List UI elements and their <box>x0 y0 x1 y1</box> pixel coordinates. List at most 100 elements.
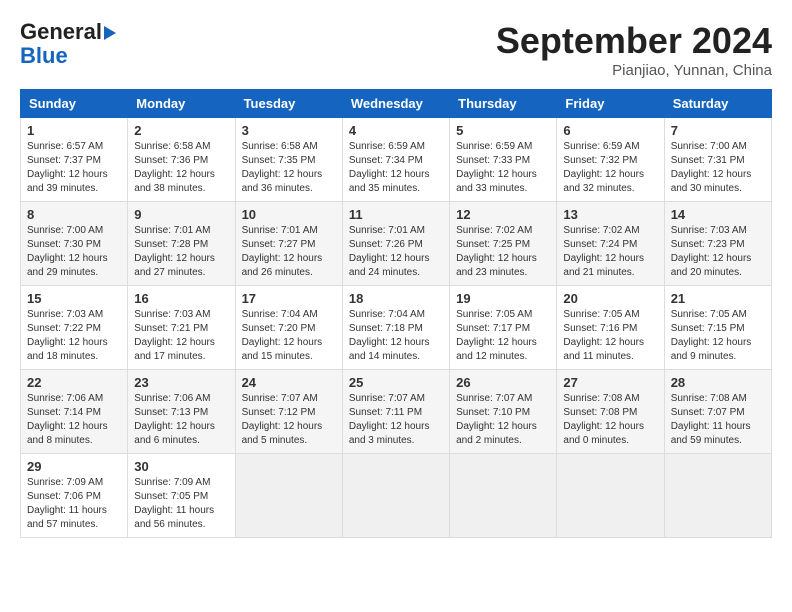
calendar-cell <box>342 454 449 538</box>
day-info: Sunrise: 7:01 AMSunset: 7:27 PMDaylight:… <box>242 224 336 280</box>
day-info: Sunrise: 7:07 AMSunset: 7:11 PMDaylight:… <box>349 392 443 448</box>
month-title: September 2024 <box>496 20 772 62</box>
calendar-cell: 8Sunrise: 7:00 AMSunset: 7:30 PMDaylight… <box>21 202 128 286</box>
day-number: 9 <box>134 207 228 222</box>
day-number: 29 <box>27 459 121 474</box>
day-info: Sunrise: 7:05 AMSunset: 7:15 PMDaylight:… <box>671 308 765 364</box>
day-number: 21 <box>671 291 765 306</box>
day-info: Sunrise: 7:03 AMSunset: 7:22 PMDaylight:… <box>27 308 121 364</box>
col-header-saturday: Saturday <box>664 90 771 118</box>
day-number: 1 <box>27 123 121 138</box>
calendar-cell: 13Sunrise: 7:02 AMSunset: 7:24 PMDayligh… <box>557 202 664 286</box>
day-info: Sunrise: 7:04 AMSunset: 7:20 PMDaylight:… <box>242 308 336 364</box>
col-header-tuesday: Tuesday <box>235 90 342 118</box>
day-number: 6 <box>563 123 657 138</box>
day-info: Sunrise: 7:09 AMSunset: 7:05 PMDaylight:… <box>134 476 228 532</box>
day-info: Sunrise: 7:08 AMSunset: 7:07 PMDaylight:… <box>671 392 765 448</box>
calendar-cell: 19 Sunrise: 7:05 AMSunset: 7:17 PMDayligh… <box>450 286 557 370</box>
calendar-week-row: 15Sunrise: 7:03 AMSunset: 7:22 PMDayligh… <box>21 286 772 370</box>
day-number: 4 <box>349 123 443 138</box>
col-header-wednesday: Wednesday <box>342 90 449 118</box>
logo: General Blue <box>20 20 116 68</box>
calendar-cell <box>664 454 771 538</box>
calendar-cell: 4 Sunrise: 6:59 AMSunset: 7:34 PMDaylight… <box>342 118 449 202</box>
col-header-thursday: Thursday <box>450 90 557 118</box>
calendar-cell <box>235 454 342 538</box>
day-info: Sunrise: 6:59 AMSunset: 7:32 PMDaylight:… <box>563 140 657 196</box>
day-info: Sunrise: 7:06 AMSunset: 7:13 PMDaylight:… <box>134 392 228 448</box>
calendar-cell: 23 Sunrise: 7:06 AMSunset: 7:13 PMDayligh… <box>128 370 235 454</box>
day-number: 18 <box>349 291 443 306</box>
day-number: 14 <box>671 207 765 222</box>
day-number: 27 <box>563 375 657 390</box>
calendar-cell <box>450 454 557 538</box>
day-number: 3 <box>242 123 336 138</box>
day-info: Sunrise: 7:08 AMSunset: 7:08 PMDaylight:… <box>563 392 657 448</box>
calendar-cell: 21 Sunrise: 7:05 AMSunset: 7:15 PMDayligh… <box>664 286 771 370</box>
day-info: Sunrise: 6:58 AMSunset: 7:35 PMDaylight:… <box>242 140 336 196</box>
location-subtitle: Pianjiao, Yunnan, China <box>496 62 772 79</box>
day-info: Sunrise: 6:59 AMSunset: 7:33 PMDaylight:… <box>456 140 550 196</box>
day-number: 10 <box>242 207 336 222</box>
day-info: Sunrise: 7:02 AMSunset: 7:25 PMDaylight:… <box>456 224 550 280</box>
col-header-monday: Monday <box>128 90 235 118</box>
title-area: September 2024 Pianjiao, Yunnan, China <box>496 20 772 79</box>
day-number: 30 <box>134 459 228 474</box>
day-number: 2 <box>134 123 228 138</box>
day-info: Sunrise: 7:00 AMSunset: 7:31 PMDaylight:… <box>671 140 765 196</box>
day-number: 7 <box>671 123 765 138</box>
calendar-cell: 26 Sunrise: 7:07 AMSunset: 7:10 PMDayligh… <box>450 370 557 454</box>
calendar-cell: 5Sunrise: 6:59 AMSunset: 7:33 PMDaylight… <box>450 118 557 202</box>
day-info: Sunrise: 6:59 AMSunset: 7:34 PMDaylight:… <box>349 140 443 196</box>
calendar-cell: 11 Sunrise: 7:01 AMSunset: 7:26 PMDayligh… <box>342 202 449 286</box>
col-header-friday: Friday <box>557 90 664 118</box>
day-number: 20 <box>563 291 657 306</box>
calendar-cell: 12 Sunrise: 7:02 AMSunset: 7:25 PMDayligh… <box>450 202 557 286</box>
day-number: 24 <box>242 375 336 390</box>
calendar-cell: 6 Sunrise: 6:59 AMSunset: 7:32 PMDaylight… <box>557 118 664 202</box>
calendar-cell: 20Sunrise: 7:05 AMSunset: 7:16 PMDayligh… <box>557 286 664 370</box>
calendar-week-row: 29 Sunrise: 7:09 AMSunset: 7:06 PMDayligh… <box>21 454 772 538</box>
calendar-cell: 2Sunrise: 6:58 AMSunset: 7:36 PMDaylight… <box>128 118 235 202</box>
day-number: 13 <box>563 207 657 222</box>
logo-general: General <box>20 19 102 44</box>
day-info: Sunrise: 7:05 AMSunset: 7:17 PMDaylight:… <box>456 308 550 364</box>
day-number: 12 <box>456 207 550 222</box>
day-number: 17 <box>242 291 336 306</box>
calendar-week-row: 8Sunrise: 7:00 AMSunset: 7:30 PMDaylight… <box>21 202 772 286</box>
day-info: Sunrise: 7:04 AMSunset: 7:18 PMDaylight:… <box>349 308 443 364</box>
calendar-cell: 30 Sunrise: 7:09 AMSunset: 7:05 PMDayligh… <box>128 454 235 538</box>
calendar-cell: 29 Sunrise: 7:09 AMSunset: 7:06 PMDayligh… <box>21 454 128 538</box>
day-number: 19 <box>456 291 550 306</box>
calendar-cell: 27 Sunrise: 7:08 AMSunset: 7:08 PMDayligh… <box>557 370 664 454</box>
day-number: 23 <box>134 375 228 390</box>
day-info: Sunrise: 7:03 AMSunset: 7:23 PMDaylight:… <box>671 224 765 280</box>
day-number: 11 <box>349 207 443 222</box>
day-info: Sunrise: 7:07 AMSunset: 7:10 PMDaylight:… <box>456 392 550 448</box>
day-info: Sunrise: 7:00 AMSunset: 7:30 PMDaylight:… <box>27 224 121 280</box>
calendar-cell <box>557 454 664 538</box>
calendar-cell: 17 Sunrise: 7:04 AMSunset: 7:20 PMDayligh… <box>235 286 342 370</box>
day-info: Sunrise: 7:07 AMSunset: 7:12 PMDaylight:… <box>242 392 336 448</box>
logo-arrow-icon <box>104 26 116 40</box>
logo-blue: Blue <box>20 43 68 68</box>
calendar-cell: 9 Sunrise: 7:01 AMSunset: 7:28 PMDaylight… <box>128 202 235 286</box>
day-info: Sunrise: 7:01 AMSunset: 7:26 PMDaylight:… <box>349 224 443 280</box>
day-info: Sunrise: 7:01 AMSunset: 7:28 PMDaylight:… <box>134 224 228 280</box>
calendar-header-row: SundayMondayTuesdayWednesdayThursdayFrid… <box>21 90 772 118</box>
day-info: Sunrise: 6:57 AMSunset: 7:37 PMDaylight:… <box>27 140 121 196</box>
page-header: General Blue September 2024 Pianjiao, Yu… <box>20 20 772 79</box>
col-header-sunday: Sunday <box>21 90 128 118</box>
day-number: 26 <box>456 375 550 390</box>
calendar-cell: 7 Sunrise: 7:00 AMSunset: 7:31 PMDaylight… <box>664 118 771 202</box>
calendar-cell: 18 Sunrise: 7:04 AMSunset: 7:18 PMDayligh… <box>342 286 449 370</box>
day-number: 25 <box>349 375 443 390</box>
calendar-cell: 3 Sunrise: 6:58 AMSunset: 7:35 PMDaylight… <box>235 118 342 202</box>
day-number: 28 <box>671 375 765 390</box>
day-info: Sunrise: 7:09 AMSunset: 7:06 PMDaylight:… <box>27 476 121 532</box>
calendar-cell: 25 Sunrise: 7:07 AMSunset: 7:11 PMDayligh… <box>342 370 449 454</box>
calendar-cell: 16Sunrise: 7:03 AMSunset: 7:21 PMDayligh… <box>128 286 235 370</box>
calendar-cell: 14 Sunrise: 7:03 AMSunset: 7:23 PMDayligh… <box>664 202 771 286</box>
calendar-cell: 28 Sunrise: 7:08 AMSunset: 7:07 PMDayligh… <box>664 370 771 454</box>
day-info: Sunrise: 7:06 AMSunset: 7:14 PMDaylight:… <box>27 392 121 448</box>
